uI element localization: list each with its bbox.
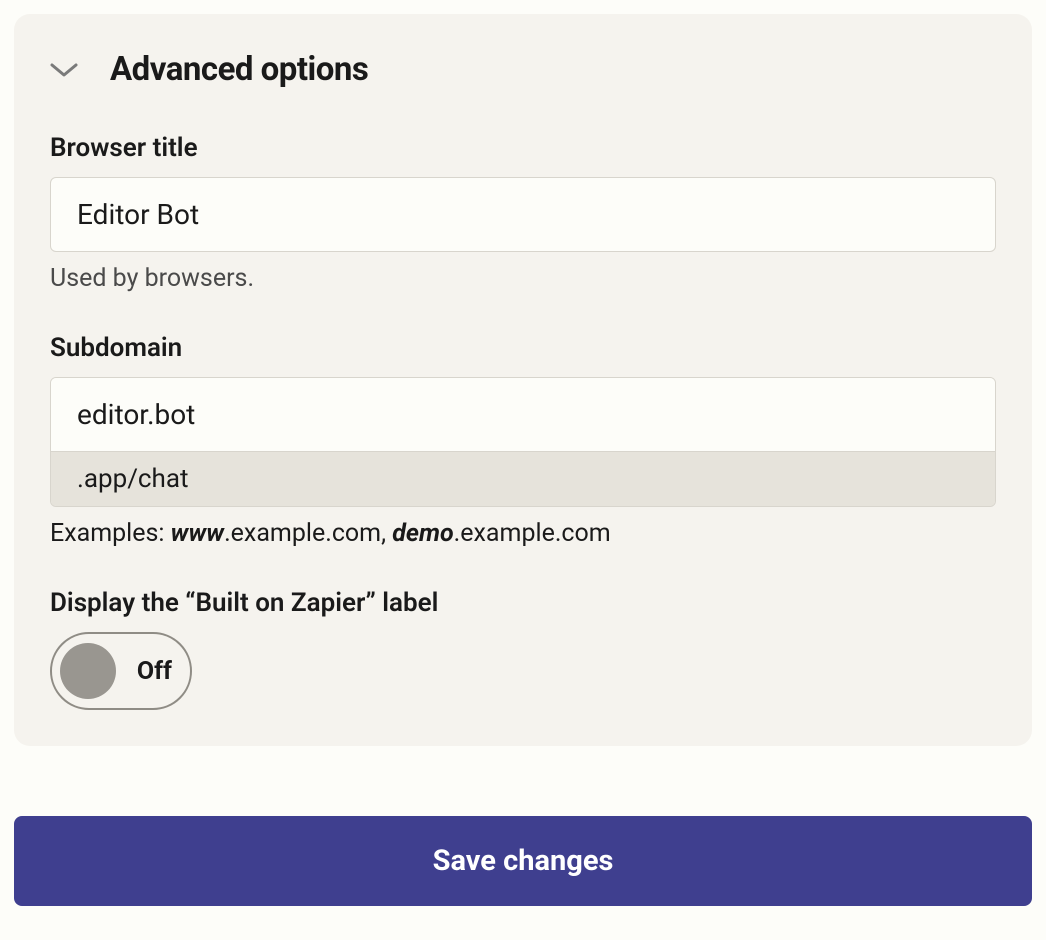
built-on-zapier-label: Display the “Built on Zapier” label [50,588,996,618]
save-changes-button[interactable]: Save changes [14,816,1032,906]
browser-title-helper: Used by browsers. [50,264,996,293]
built-on-zapier-toggle[interactable]: Off [50,632,192,710]
section-header[interactable]: Advanced options [50,50,996,89]
toggle-wrapper: Off [50,632,996,710]
subdomain-input[interactable] [51,378,995,451]
subdomain-input-wrapper: .app/chat [50,377,996,507]
subdomain-label: Subdomain [50,333,996,363]
chevron-down-icon [50,62,78,78]
subdomain-suffix: .app/chat [51,451,995,506]
browser-title-input[interactable] [50,177,996,252]
section-title: Advanced options [110,50,368,89]
browser-title-field: Browser title Used by browsers. [50,133,996,293]
toggle-knob [60,643,116,699]
subdomain-examples: Examples: www.example.com, demo.example.… [50,519,996,548]
advanced-options-panel: Advanced options Browser title Used by b… [14,14,1032,746]
browser-title-label: Browser title [50,133,996,163]
toggle-state-label: Off [137,657,172,686]
subdomain-field: Subdomain .app/chat Examples: www.exampl… [50,333,996,548]
built-on-zapier-field: Display the “Built on Zapier” label Off [50,588,996,710]
